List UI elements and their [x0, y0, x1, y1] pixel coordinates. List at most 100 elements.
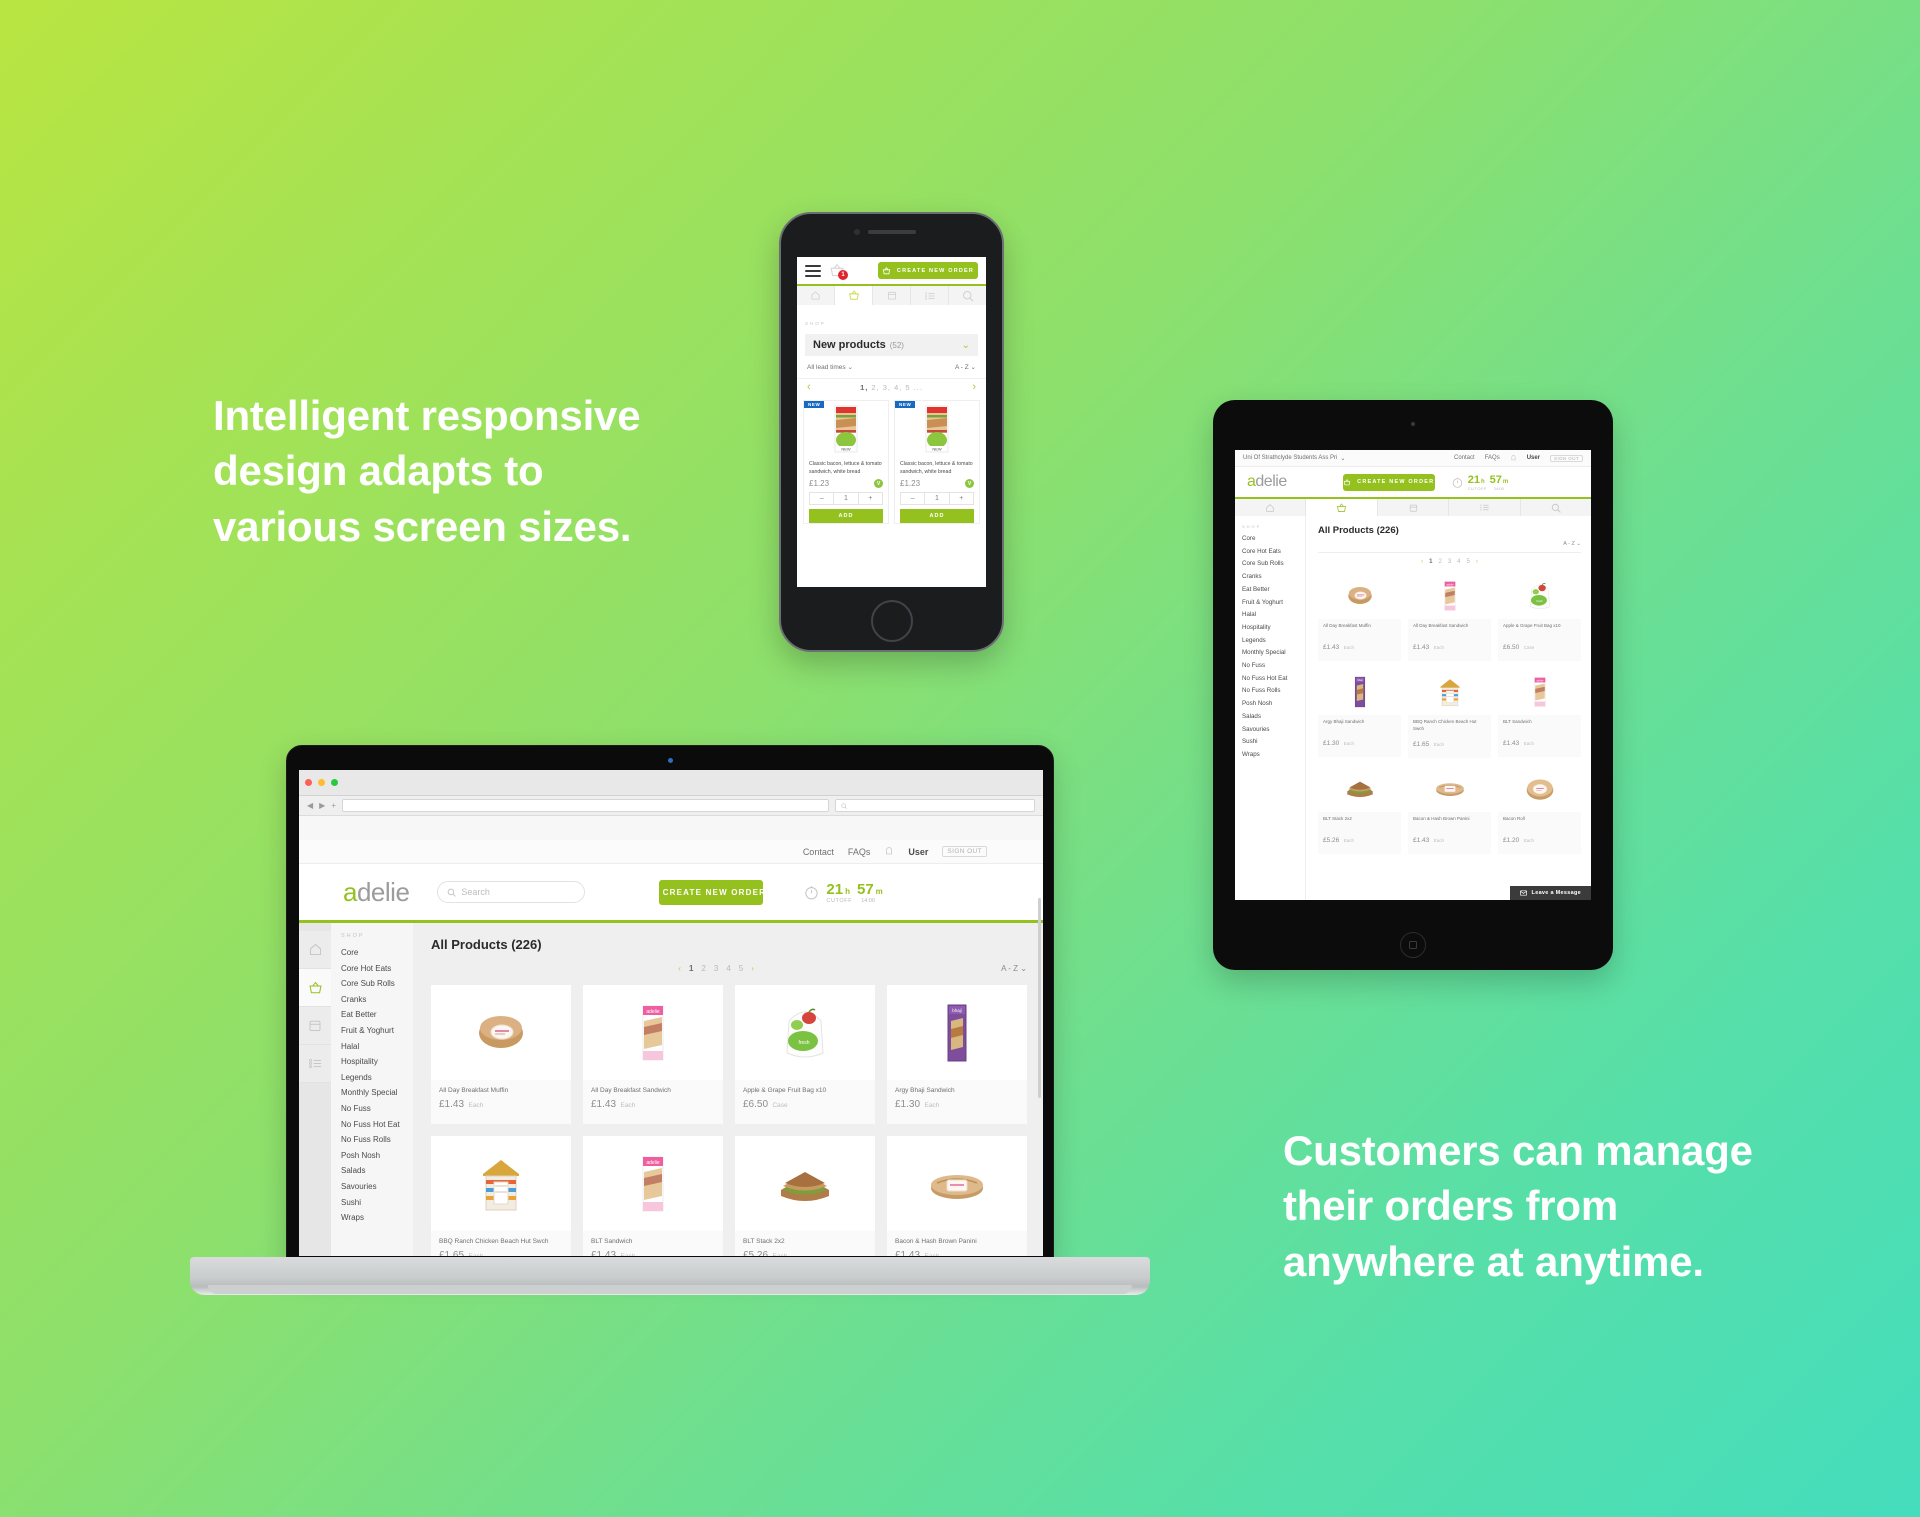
category-item[interactable]: No Fuss	[1242, 660, 1305, 673]
rail-item-orders[interactable]	[299, 1007, 331, 1045]
qty-value[interactable]: 1	[924, 493, 950, 505]
contact-link[interactable]: Contact	[1454, 455, 1475, 461]
product-card[interactable]: bhaji Argy Bhaji Sandwich £1.30 Each	[887, 985, 1027, 1124]
category-item[interactable]: Core Hot Eats	[341, 961, 413, 977]
category-item[interactable]: Eat Better	[341, 1007, 413, 1023]
category-item[interactable]: Salads	[341, 1163, 413, 1179]
tab-shop[interactable]	[1306, 499, 1378, 516]
category-item[interactable]: Core Sub Rolls	[341, 976, 413, 992]
hamburger-menu-icon[interactable]	[805, 264, 821, 277]
rail-item-home[interactable]	[299, 931, 331, 969]
category-item[interactable]: Halal	[341, 1039, 413, 1055]
rail-item-lists[interactable]	[299, 1045, 331, 1083]
category-item[interactable]: Savouries	[341, 1179, 413, 1195]
product-card[interactable]: Bacon & Hash Brown Panini £1.43 Each	[1408, 764, 1491, 854]
category-item[interactable]: Cranks	[341, 992, 413, 1008]
category-item[interactable]: Sushi	[341, 1195, 413, 1211]
account-selector[interactable]: Uni Of Strathclyde Students Ass Pri ⌄	[1243, 455, 1345, 462]
product-card[interactable]: adelie All Day Breakfast Sandwich £1.43 Ea…	[583, 985, 723, 1124]
window-maximize-icon[interactable]	[331, 779, 338, 786]
tab-search[interactable]	[1520, 499, 1591, 516]
create-new-order-button[interactable]: CREATE NEW ORDER	[1342, 473, 1435, 491]
pager-page[interactable]: 4	[726, 964, 730, 973]
pager-pages[interactable]: 1, 2, 3, 4, 5 ...	[860, 383, 923, 392]
user-label[interactable]: User	[1527, 455, 1540, 461]
category-item[interactable]: Fruit & Yoghurt	[1242, 597, 1305, 610]
pager-page[interactable]: 5	[1467, 559, 1470, 565]
product-card[interactable]: fresh Apple & Grape Fruit Bag x10 £6.50 Ca…	[735, 985, 875, 1124]
pager-page[interactable]: 5	[739, 964, 743, 973]
category-item[interactable]: No Fuss Hot Eat	[341, 1117, 413, 1133]
sort-dropdown[interactable]: A - Z ⌄	[955, 363, 976, 371]
category-item[interactable]: Eat Better	[1242, 584, 1305, 597]
category-item[interactable]: Salads	[1242, 711, 1305, 724]
product-card[interactable]: NEW NEW Classic bacon, lettuce & tomato …	[894, 400, 980, 525]
home-button[interactable]	[870, 600, 913, 642]
browser-search-box[interactable]	[835, 799, 1035, 812]
pager-prev[interactable]: ‹	[807, 382, 811, 393]
search-input[interactable]: Search	[437, 881, 586, 903]
category-item[interactable]: Hospitality	[1242, 622, 1305, 635]
faqs-link[interactable]: FAQs	[848, 847, 871, 857]
sign-out-button[interactable]: SIGN OUT	[1550, 454, 1583, 462]
category-item[interactable]: No Fuss Rolls	[341, 1132, 413, 1148]
qty-decrease-button[interactable]: –	[901, 493, 924, 504]
category-item[interactable]: Core Sub Rolls	[1242, 558, 1305, 571]
add-to-basket-button[interactable]: ADD	[900, 509, 974, 524]
category-item[interactable]: No Fuss	[341, 1101, 413, 1117]
browser-back-icon[interactable]: ◀	[307, 801, 313, 810]
product-card[interactable]: BBQ Ranch Chicken Beach Hut Swch £1.65 Ea…	[1408, 668, 1491, 758]
lead-time-filter[interactable]: All lead times ⌄	[807, 363, 853, 371]
category-item[interactable]: Core	[1242, 533, 1305, 546]
product-card[interactable]: bhaji Argy Bhaji Sandwich £1.30 Each	[1318, 668, 1401, 758]
product-card[interactable]: fresh Apple & Grape Fruit Bag x10 £6.50 Ca…	[1498, 572, 1581, 661]
category-item[interactable]: Legends	[1242, 635, 1305, 648]
category-item[interactable]: Posh Nosh	[1242, 698, 1305, 711]
product-card[interactable]: BBQ Ranch Chicken Beach Hut Swch £1.65 Ea…	[431, 1136, 571, 1256]
tab-home[interactable]	[1235, 499, 1307, 516]
product-card[interactable]: adelie BLT Sandwich £1.43 Each	[583, 1136, 723, 1256]
pager-page[interactable]: 2	[1438, 559, 1441, 565]
tab-shop[interactable]	[835, 286, 873, 305]
pager-prev[interactable]: ‹	[1421, 559, 1423, 565]
product-card[interactable]: adelie BLT Sandwich £1.43 Each	[1498, 668, 1581, 758]
sign-out-button[interactable]: SIGN OUT	[942, 846, 987, 857]
pager-next[interactable]: ›	[972, 382, 976, 393]
bell-icon[interactable]	[884, 846, 894, 858]
pager-page[interactable]: 3	[714, 964, 718, 973]
category-item[interactable]: Wraps	[341, 1210, 413, 1226]
sort-dropdown[interactable]: A - Z ⌄	[1563, 541, 1581, 547]
sort-dropdown[interactable]: A - Z ⌄	[1001, 964, 1027, 973]
create-new-order-button[interactable]: CREATE NEW ORDER	[878, 262, 978, 279]
browser-forward-icon[interactable]: ▶	[319, 801, 325, 810]
faqs-link[interactable]: FAQs	[1485, 455, 1500, 461]
category-item[interactable]: Core	[341, 945, 413, 961]
category-item[interactable]: Core Hot Eats	[1242, 546, 1305, 559]
create-new-order-button[interactable]: CREATE NEW ORDER	[659, 879, 765, 905]
category-item[interactable]: Monthly Special	[1242, 647, 1305, 660]
tab-home[interactable]	[797, 286, 835, 305]
adelie-logo[interactable]: adelie	[1247, 473, 1287, 491]
pager-page[interactable]: 2	[701, 964, 705, 973]
category-item[interactable]: Savouries	[1242, 724, 1305, 737]
category-item[interactable]: Fruit & Yoghurt	[341, 1023, 413, 1039]
product-card[interactable]: BLT Stack 2x2 £5.26 Each	[735, 1136, 875, 1256]
bell-icon[interactable]	[1510, 454, 1517, 463]
leave-a-message-widget[interactable]: Leave a Message	[1509, 886, 1591, 900]
scrollbar-thumb[interactable]	[1038, 898, 1041, 1098]
category-item[interactable]: Cranks	[1242, 571, 1305, 584]
category-item[interactable]: Wraps	[1242, 749, 1305, 762]
category-item[interactable]: No Fuss Hot Eat	[1242, 673, 1305, 686]
contact-link[interactable]: Contact	[803, 847, 834, 857]
category-item[interactable]: Hospitality	[341, 1054, 413, 1070]
category-item[interactable]: Posh Nosh	[341, 1148, 413, 1164]
pager-page[interactable]: 1	[1429, 559, 1432, 565]
browser-newtab-icon[interactable]: +	[331, 801, 336, 810]
tab-lists[interactable]	[911, 286, 949, 305]
pager-page[interactable]: 3	[1448, 559, 1451, 565]
tab-lists[interactable]	[1449, 499, 1521, 516]
pager-page[interactable]: 4	[1457, 559, 1460, 565]
user-label[interactable]: User	[908, 847, 928, 857]
product-card[interactable]: All Day Breakfast Muffin £1.43 Each	[431, 985, 571, 1124]
category-item[interactable]: No Fuss Rolls	[1242, 685, 1305, 698]
